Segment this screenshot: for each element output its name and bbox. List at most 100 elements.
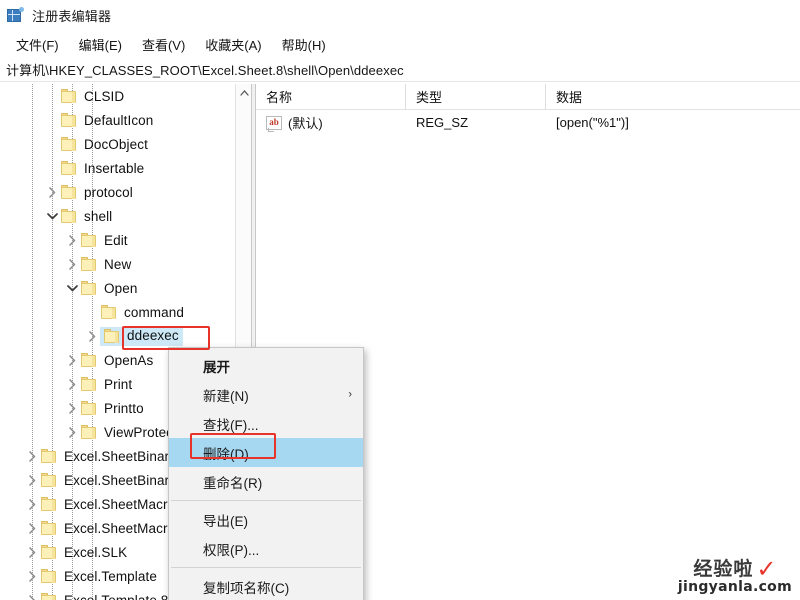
title-bar: 注册表编辑器 (0, 0, 800, 30)
context-menu-item[interactable]: 导出(E) (169, 505, 363, 534)
tree-item-label: Open (104, 280, 138, 296)
tree-item[interactable]: shell (0, 204, 236, 228)
content-panes: CLSID DefaultIcon DocObject Insertable proto… (0, 84, 800, 600)
context-menu[interactable]: 展开新建(N) › 查找(F)... 删除(D) 重命名(R) 导出(E) 权限(P)...… (168, 347, 364, 600)
folder-icon (40, 592, 59, 600)
tree-item[interactable]: Insertable (0, 156, 236, 180)
address-bar[interactable]: 计算机\HKEY_CLASSES_ROOT\Excel.Sheet.8\shel… (0, 58, 800, 82)
context-menu-item-label: 权限(P)... (203, 542, 260, 558)
chevron-right-icon[interactable] (24, 444, 40, 468)
tree-item-label: Edit (104, 232, 128, 248)
folder-icon (100, 304, 119, 320)
folder-icon (60, 136, 79, 152)
value-name-text: (默认) (288, 116, 323, 131)
registry-path: 计算机\HKEY_CLASSES_ROOT\Excel.Sheet.8\shel… (6, 63, 404, 78)
tree-item-selected[interactable]: ddeexec (0, 324, 236, 348)
context-menu-item[interactable]: 复制项名称(C) (169, 572, 363, 600)
context-menu-item-label: 查找(F)... (203, 417, 259, 433)
context-menu-item[interactable]: 展开 (169, 351, 363, 380)
folder-icon (40, 544, 59, 560)
tree-item[interactable]: command (0, 300, 236, 324)
value-name-cell: ab (默认) (256, 110, 406, 135)
chevron-right-icon[interactable] (24, 588, 40, 600)
menu-separator (171, 567, 361, 568)
folder-icon (80, 280, 99, 296)
tree-item[interactable]: DefaultIcon (0, 108, 236, 132)
chevron-right-icon[interactable] (64, 348, 80, 372)
tree-item-content: Insertable (60, 160, 144, 176)
chevron-right-icon[interactable] (84, 324, 100, 348)
tree-item-content: New (80, 256, 131, 272)
tree-item[interactable]: Open (0, 276, 236, 300)
chevron-right-icon[interactable] (64, 396, 80, 420)
tree-item-label: Excel.Template.8 (64, 592, 169, 600)
context-menu-item[interactable]: 删除(D) (169, 438, 363, 467)
context-menu-item[interactable]: 重命名(R) (169, 467, 363, 496)
folder-icon (80, 352, 99, 368)
chevron-right-icon[interactable] (64, 420, 80, 444)
tree-item-label: New (104, 256, 132, 272)
value-row-default[interactable]: ab (默认) REG_SZ [open("%1")] (256, 110, 800, 135)
tree-item-label: DocObject (84, 136, 148, 152)
tree-item-label: Excel.SLK (64, 544, 128, 560)
folder-icon (80, 400, 99, 416)
folder-icon (60, 88, 79, 104)
tree-item[interactable]: DocObject (0, 132, 236, 156)
string-value-icon: ab (266, 115, 282, 132)
chevron-right-icon[interactable] (24, 492, 40, 516)
tree-item[interactable]: protocol (0, 180, 236, 204)
context-menu-item-label: 导出(E) (203, 513, 248, 529)
chevron-right-icon[interactable] (24, 564, 40, 588)
menu-file[interactable]: 文件(F) (8, 33, 68, 56)
chevron-down-icon[interactable] (44, 204, 60, 228)
chevron-right-icon[interactable] (44, 180, 60, 204)
menu-help[interactable]: 帮助(H) (274, 33, 335, 56)
context-menu-item-label: 删除(D) (203, 446, 249, 462)
chevron-right-icon[interactable] (64, 252, 80, 276)
scroll-up-icon[interactable] (236, 84, 251, 101)
folder-icon (80, 376, 99, 392)
chevron-right-icon[interactable] (24, 468, 40, 492)
menu-view[interactable]: 查看(V) (134, 33, 194, 56)
tree-item-content: CLSID (60, 88, 124, 104)
chevron-right-icon[interactable] (24, 516, 40, 540)
context-menu-item-label: 复制项名称(C) (203, 580, 290, 596)
registry-editor-window: 注册表编辑器 文件(F) 编辑(E) 查看(V) 收藏夹(A) 帮助(H) 计算… (0, 0, 800, 600)
chevron-right-icon[interactable] (24, 540, 40, 564)
chevron-right-icon[interactable] (64, 372, 80, 396)
context-menu-item[interactable]: 查找(F)... (169, 409, 363, 438)
tree-item[interactable]: Edit (0, 228, 236, 252)
tree-item[interactable]: New (0, 252, 236, 276)
menu-favorites[interactable]: 收藏夹(A) (197, 33, 270, 56)
context-menu-item-label: 展开 (203, 359, 230, 375)
column-header-name[interactable]: 名称 (256, 84, 406, 110)
context-menu-item[interactable]: 新建(N) › (169, 380, 363, 409)
tree-item-label: DefaultIcon (84, 112, 154, 128)
chevron-down-icon[interactable] (64, 276, 80, 300)
tree-item-content: DocObject (60, 136, 148, 152)
column-header-data[interactable]: 数据 (546, 84, 776, 110)
tree-item-label: ddeexec (127, 328, 179, 343)
folder-icon (80, 232, 99, 248)
menu-edit[interactable]: 编辑(E) (71, 33, 131, 56)
tree-item-content: Excel.SLK (40, 544, 127, 560)
menu-separator (171, 500, 361, 501)
window-title: 注册表编辑器 (32, 8, 112, 24)
folder-icon (80, 256, 99, 272)
chevron-right-icon[interactable] (64, 228, 80, 252)
column-header-type[interactable]: 类型 (406, 84, 546, 110)
tree-item-label: Print (104, 376, 133, 392)
tree-item-content: Open (80, 280, 137, 296)
folder-icon (103, 328, 122, 344)
context-menu-item[interactable]: 权限(P)... (169, 534, 363, 563)
value-type-cell: REG_SZ (416, 115, 469, 130)
folder-icon (60, 208, 79, 224)
value-data-cell: [open("%1")] (556, 115, 629, 130)
folder-icon (40, 496, 59, 512)
tree-item-label: OpenAs (104, 352, 154, 368)
tree-item-label: command (124, 304, 184, 320)
tree-item-content: OpenAs (80, 352, 153, 368)
tree-item[interactable]: CLSID (0, 84, 236, 108)
tree-item-label: CLSID (84, 88, 125, 104)
